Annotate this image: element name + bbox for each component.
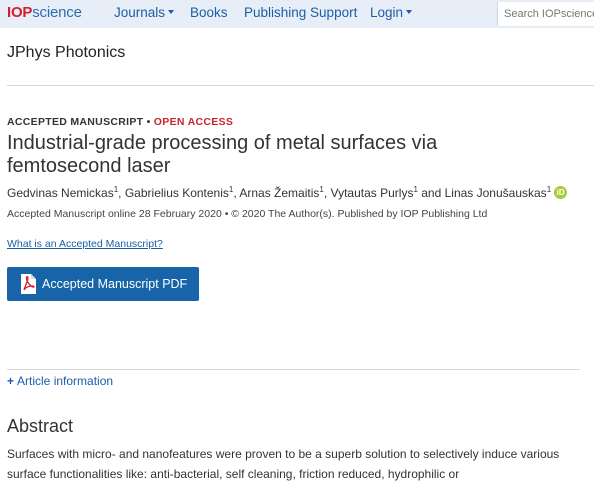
author-separator: , [118,186,125,200]
open-access-badge: OPEN ACCESS [153,116,234,128]
author-name[interactable]: Arnas Žemaitis [239,186,319,200]
divider [7,85,594,86]
article-information-label: Article information [17,374,114,388]
what-is-accepted-manuscript-link[interactable]: What is an Accepted Manuscript? [7,238,163,250]
author-name[interactable]: Gedvinas Nemickas [7,186,114,200]
pdf-icon [21,274,36,294]
nav-publishing-support[interactable]: Publishing Support [244,4,357,22]
orcid-icon[interactable]: iD [554,186,568,200]
chevron-down-icon [406,10,413,15]
divider [7,369,580,370]
accepted-manuscript-pdf-button[interactable]: Accepted Manuscript PDF [7,267,199,301]
author-name[interactable]: Gabrielius Kontenis [125,186,229,200]
search-placeholder: Search IOPscience content [504,8,594,20]
article-status-line: ACCEPTED MANUSCRIPT • OPEN ACCESS [7,116,233,128]
accepted-manuscript-label: ACCEPTED MANUSCRIPT [7,116,144,128]
logo-iop-text: IOP [7,4,33,21]
search-input[interactable]: Search IOPscience content [497,2,594,26]
author-list: Gedvinas Nemickas1, Gabrielius Kontenis1… [7,185,568,200]
author-separator: , [323,186,331,200]
abstract-text: Surfaces with micro- and nanofeatures we… [7,447,560,481]
abstract-heading: Abstract [7,416,74,436]
publication-meta: Accepted Manuscript online 28 February 2… [7,208,488,220]
nav-books-label: Books [190,5,228,20]
nav-login-label: Login [370,5,404,20]
affiliation-marker: 1 [546,185,552,194]
nav-publishing-support-label: Publishing Support [244,5,358,20]
status-separator: • [146,116,151,128]
plus-icon: + [7,374,15,388]
author-separator: and [417,186,445,200]
nav-books[interactable]: Books [190,4,228,22]
nav-journals[interactable]: Journals [114,4,175,22]
top-navigation-bar: IOPscience Journals Books Publishing Sup… [0,0,594,28]
article-information-toggle[interactable]: + Article information [7,374,113,388]
nav-journals-label: Journals [114,5,166,20]
author-name[interactable]: Vytautas Purlys [331,186,414,200]
logo-science-text: science [32,4,82,21]
iopscience-logo[interactable]: IOPscience [7,3,82,23]
journal-title[interactable]: JPhys Photonics [7,44,125,62]
article-title: Industrial-grade processing of metal sur… [7,132,438,177]
nav-login[interactable]: Login [370,4,413,22]
author-name[interactable]: Linas Jonušauskas [445,186,547,200]
pdf-button-label: Accepted Manuscript PDF [42,277,188,291]
chevron-down-icon [168,10,175,15]
